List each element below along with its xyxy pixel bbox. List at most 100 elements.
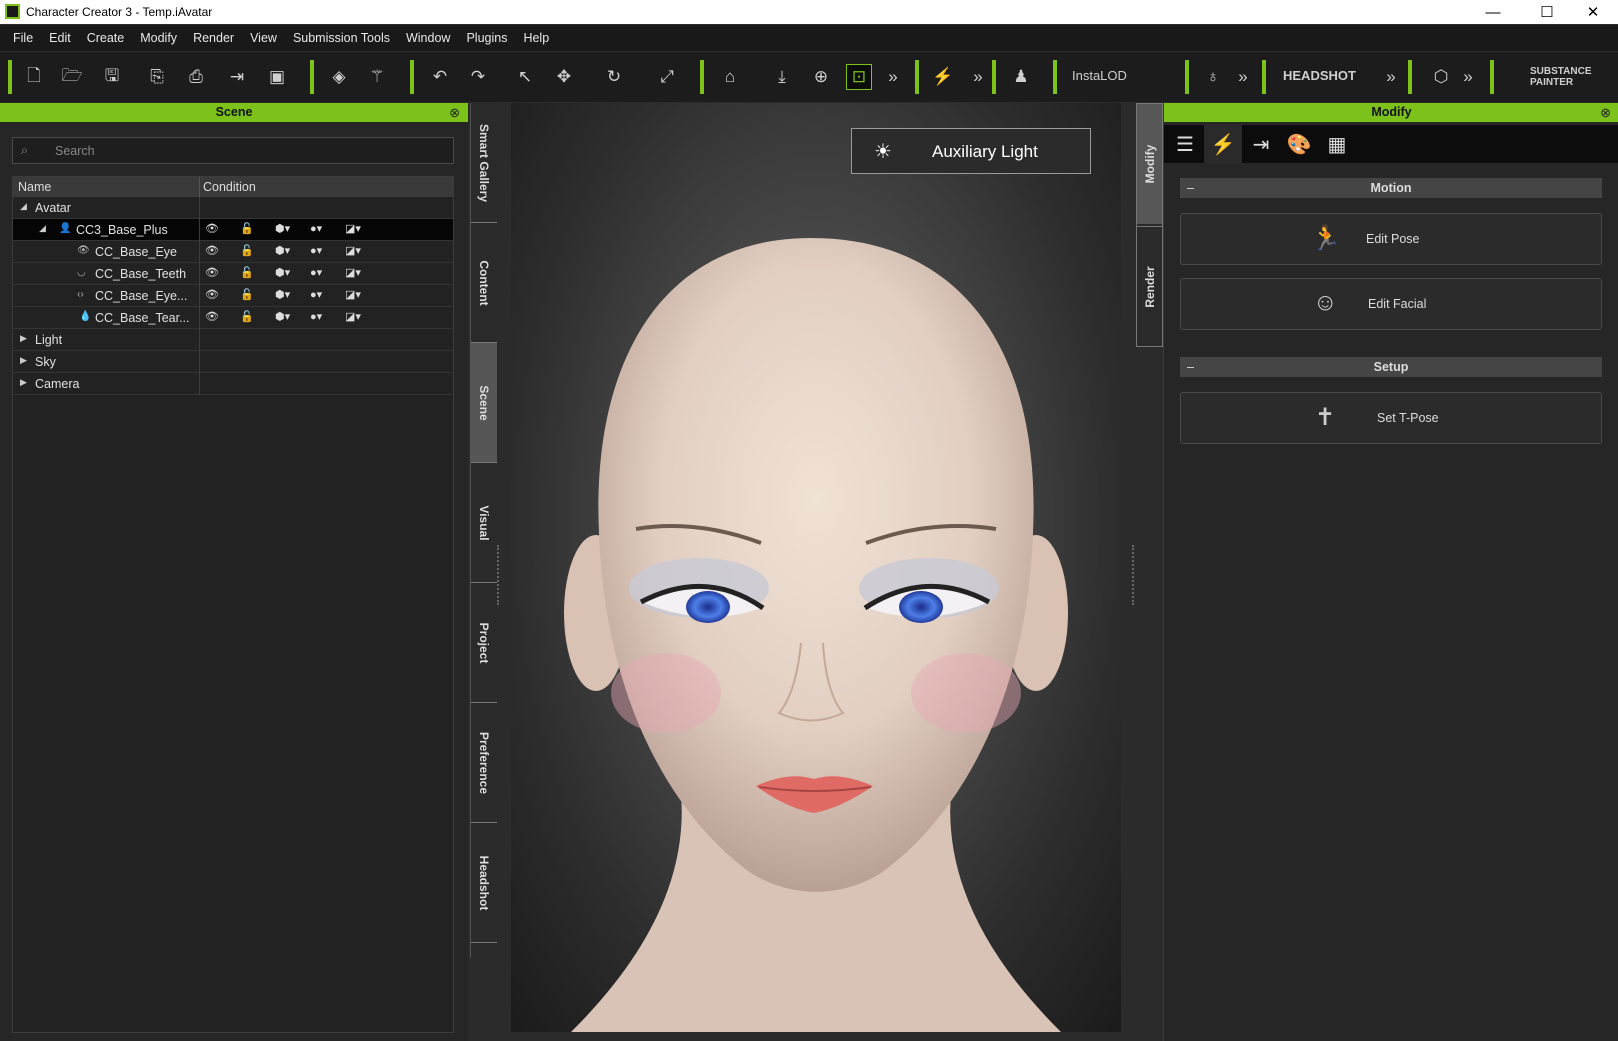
edit-pose-button[interactable]: 🏃 Edit Pose bbox=[1180, 213, 1602, 265]
character-tool-icon[interactable]: ♟ bbox=[1008, 64, 1034, 90]
open-folder-icon[interactable]: 🗁 bbox=[59, 64, 85, 90]
motion-section-header[interactable]: – Motion bbox=[1180, 178, 1602, 198]
sliders-icon[interactable]: ☰ bbox=[1166, 125, 1204, 163]
visibility-eye-icon[interactable]: 👁 bbox=[205, 288, 230, 301]
minimize-button[interactable]: — bbox=[1470, 0, 1516, 24]
lock-icon[interactable]: 🔓 bbox=[240, 288, 265, 301]
maximize-button[interactable]: ☐ bbox=[1524, 0, 1570, 24]
mesh-display-icon[interactable]: ⬢▾ bbox=[275, 288, 300, 301]
tab-modify[interactable]: Modify bbox=[1137, 104, 1162, 224]
menu-modify[interactable]: Modify bbox=[132, 31, 185, 45]
visibility-eye-icon[interactable]: 👁 bbox=[205, 222, 230, 235]
fit-view-icon[interactable]: ⊕ bbox=[808, 64, 834, 90]
select-icon[interactable]: ↖ bbox=[512, 64, 538, 90]
mesh-display-icon[interactable]: ⬢▾ bbox=[275, 222, 300, 235]
motion-icon[interactable]: ⚡ bbox=[1204, 125, 1242, 163]
close-icon[interactable]: ⊗ bbox=[449, 103, 460, 122]
collapse-icon[interactable]: – bbox=[1187, 178, 1194, 198]
set-tpose-button[interactable]: ✝ Set T-Pose bbox=[1180, 392, 1602, 444]
export-doc-icon[interactable]: ⎙ bbox=[183, 64, 209, 90]
column-condition-header[interactable]: Condition bbox=[203, 180, 256, 194]
instalod-button[interactable]: InstaLOD bbox=[1072, 68, 1127, 83]
tab-visual[interactable]: Visual bbox=[471, 463, 497, 583]
checker-icon[interactable]: ▦ bbox=[1318, 125, 1356, 163]
redo-icon[interactable]: ↷ bbox=[465, 64, 491, 90]
menu-plugins[interactable]: Plugins bbox=[458, 31, 515, 45]
expand-chevron-icon[interactable]: » bbox=[1455, 64, 1481, 90]
mesh-display-icon[interactable]: ⬢▾ bbox=[275, 244, 300, 257]
export-cube-icon[interactable]: ⬡ bbox=[1428, 64, 1454, 90]
search-input[interactable]: ⌕ Search bbox=[12, 137, 454, 164]
object-icon[interactable]: ◈ bbox=[326, 64, 352, 90]
substance-painter-button[interactable]: SUBSTANCE PAINTER bbox=[1530, 66, 1602, 88]
tree-row-sky[interactable]: ▶ Sky bbox=[13, 351, 453, 373]
drop-to-floor-icon[interactable]: ⤓ bbox=[769, 64, 795, 90]
shading-icon[interactable]: ●▾ bbox=[310, 244, 335, 257]
collapsed-arrow-icon[interactable]: ▶ bbox=[20, 333, 27, 344]
expand-chevron-icon[interactable]: » bbox=[965, 64, 991, 90]
mesh-display-icon[interactable]: ⬢▾ bbox=[275, 310, 300, 323]
tree-row-light[interactable]: ▶ Light bbox=[13, 329, 453, 351]
tab-preference[interactable]: Preference bbox=[471, 703, 497, 823]
lock-icon[interactable]: 🔓 bbox=[240, 244, 265, 257]
undo-icon[interactable]: ↶ bbox=[427, 64, 453, 90]
mesh-display-icon[interactable]: ⬢▾ bbox=[275, 266, 300, 279]
lock-icon[interactable]: 🔓 bbox=[240, 310, 265, 323]
tab-content[interactable]: Content bbox=[471, 223, 497, 343]
collapse-icon[interactable]: – bbox=[1187, 357, 1194, 377]
lock-icon[interactable]: 🔓 bbox=[240, 266, 265, 279]
shading-icon[interactable]: ●▾ bbox=[310, 266, 335, 279]
plugin-icon[interactable]: ♁ bbox=[1200, 64, 1226, 90]
collapsed-arrow-icon[interactable]: ▶ bbox=[20, 355, 27, 366]
visibility-eye-icon[interactable]: 👁 bbox=[205, 266, 230, 279]
expand-arrow-icon[interactable]: ◢ bbox=[39, 223, 46, 234]
tab-render[interactable]: Render bbox=[1137, 226, 1162, 346]
collapsed-arrow-icon[interactable]: ▶ bbox=[20, 377, 27, 388]
tree-row-cc3-base-plus[interactable]: ◢ 👤 CC3_Base_Plus 👁 🔓 ⬢▾ ●▾ ◪▾ bbox=[13, 219, 453, 241]
home-icon[interactable]: ⌂ bbox=[717, 64, 743, 90]
rotate-icon[interactable]: ↻ bbox=[601, 64, 627, 90]
pose-tool-icon[interactable]: ⚡ bbox=[930, 64, 956, 90]
tree-row-cc-base-teeth[interactable]: ◡ CC_Base_Teeth 👁 🔓 ⬢▾ ●▾ ◪▾ bbox=[13, 263, 453, 285]
menu-submission-tools[interactable]: Submission Tools bbox=[285, 31, 398, 45]
save-icon[interactable]: 🖫 bbox=[99, 64, 125, 90]
menu-file[interactable]: File bbox=[5, 31, 41, 45]
headshot-button[interactable]: HEADSHOT bbox=[1283, 68, 1356, 83]
move-icon[interactable]: ✥ bbox=[551, 64, 577, 90]
shading-icon[interactable]: ●▾ bbox=[310, 310, 335, 323]
splitter-handle[interactable] bbox=[1132, 545, 1135, 605]
menu-view[interactable]: View bbox=[242, 31, 285, 45]
visibility-eye-icon[interactable]: 👁 bbox=[205, 244, 230, 257]
menu-window[interactable]: Window bbox=[398, 31, 458, 45]
tree-row-avatar[interactable]: ◢ Avatar bbox=[13, 197, 453, 219]
edit-facial-button[interactable]: ☺ Edit Facial bbox=[1180, 278, 1602, 330]
menu-help[interactable]: Help bbox=[515, 31, 557, 45]
palette-icon[interactable]: 🎨 bbox=[1280, 125, 1318, 163]
tree-row-cc-base-eye-occlusion[interactable]: ‹› CC_Base_Eye... 👁 🔓 ⬢▾ ●▾ ◪▾ bbox=[13, 285, 453, 307]
pick-parent-icon[interactable]: ⊡ bbox=[846, 64, 872, 90]
menu-edit[interactable]: Edit bbox=[41, 31, 79, 45]
lock-icon[interactable]: 🔓 bbox=[240, 222, 265, 235]
expand-chevron-icon[interactable]: » bbox=[1230, 64, 1256, 90]
setup-section-header[interactable]: – Setup bbox=[1180, 357, 1602, 377]
scale-icon[interactable]: ⤢ bbox=[654, 64, 680, 90]
tab-project[interactable]: Project bbox=[471, 583, 497, 703]
column-name-header[interactable]: Name bbox=[18, 180, 51, 194]
3d-viewport[interactable]: ☀ Auxiliary Light bbox=[511, 103, 1121, 1032]
close-icon[interactable]: ⊗ bbox=[1600, 103, 1611, 122]
visibility-eye-icon[interactable]: 👁 bbox=[205, 310, 230, 323]
shadow-icon[interactable]: ◪▾ bbox=[345, 288, 370, 301]
shadow-icon[interactable]: ◪▾ bbox=[345, 222, 370, 235]
character-icon[interactable]: ⚚ bbox=[364, 64, 390, 90]
auxiliary-light-button[interactable]: ☀ Auxiliary Light bbox=[851, 128, 1091, 174]
morph-icon[interactable]: ⇥ bbox=[1242, 125, 1280, 163]
render-preview-icon[interactable]: ▣ bbox=[264, 64, 290, 90]
shadow-icon[interactable]: ◪▾ bbox=[345, 244, 370, 257]
shadow-icon[interactable]: ◪▾ bbox=[345, 310, 370, 323]
tab-smart-gallery[interactable]: Smart Gallery bbox=[471, 103, 497, 223]
tree-row-cc-base-eye[interactable]: 👁 CC_Base_Eye 👁 🔓 ⬢▾ ●▾ ◪▾ bbox=[13, 241, 453, 263]
expand-chevron-icon[interactable]: » bbox=[1378, 64, 1404, 90]
shading-icon[interactable]: ●▾ bbox=[310, 288, 335, 301]
import-icon[interactable]: ⎘ bbox=[144, 64, 170, 90]
menu-render[interactable]: Render bbox=[185, 31, 242, 45]
